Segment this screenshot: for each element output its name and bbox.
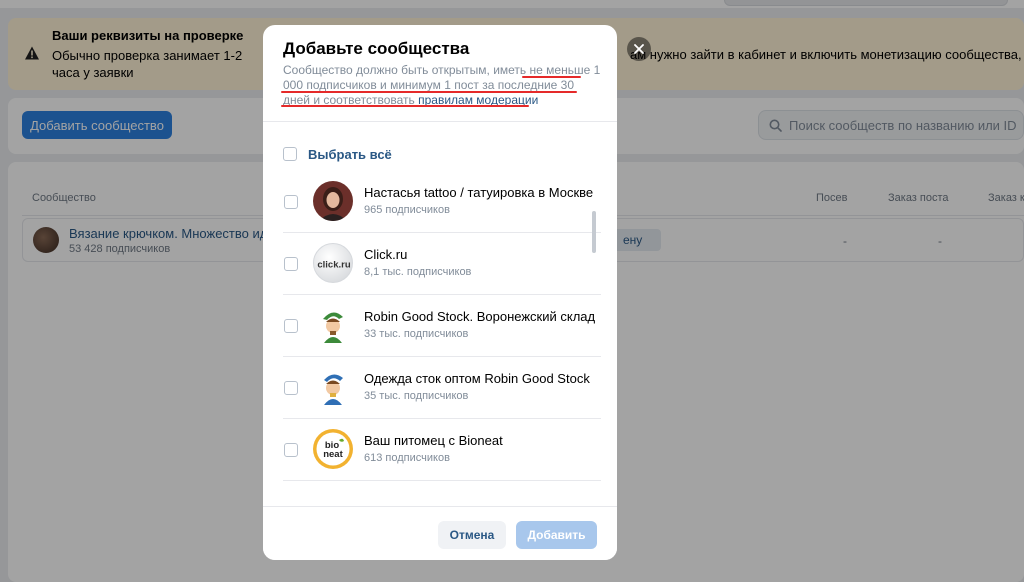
subscriber-count: 33 тыс. подписчиков [364,328,469,340]
list-item[interactable]: Одежда сток оптом Robin Good Stock 35 ты… [263,357,617,419]
subscriber-count: 8,1 тыс. подписчиков [364,266,472,278]
subscriber-count: 613 подписчиков [364,452,450,464]
annotation-underline [522,76,581,78]
community-name: Click.ru [364,247,408,262]
community-name: Одежда сток оптом Robin Good Stock [364,371,590,386]
dialog-title: Добавьте сообщества [283,39,470,58]
dialog-footer: Отмена Добавить [263,507,617,560]
annotation-underline [281,91,577,93]
list-scrollbar[interactable] [592,211,596,253]
annotation-underline [281,105,529,107]
dialog-description: Сообщество должно быть открытым, иметь н… [283,63,601,108]
select-all-label: Выбрать всё [308,146,392,162]
close-modal-button[interactable] [627,37,651,61]
subscriber-count: 965 подписчиков [364,204,450,216]
robin-mascot-icon [313,305,353,345]
add-button[interactable]: Добавить [516,521,597,549]
list-item[interactable]: Robin Good Stock. Воронежский склад 33 т… [263,295,617,357]
divider [283,480,601,481]
select-all-checkbox[interactable]: Выбрать всё [283,146,392,162]
list-item[interactable]: click.ru Click.ru 8,1 тыс. подписчиков [263,233,617,295]
checkbox[interactable] [284,319,298,333]
avatar [313,181,353,221]
svg-text:neat: neat [323,449,343,460]
add-communities-dialog: Добавьте сообщества Сообщество должно бы… [263,25,617,560]
header-divider [263,121,617,122]
cancel-button[interactable]: Отмена [438,521,506,549]
community-name: Robin Good Stock. Воронежский склад [364,309,596,324]
community-name: Настасья tattoo / татуировка в Москве [364,185,594,200]
list-item[interactable]: Настасья tattoo / татуировка в Москве 96… [263,171,617,233]
checkbox[interactable] [284,381,298,395]
bioneat-logo: bio neat [313,429,353,469]
checkbox[interactable] [283,147,297,161]
community-list: Настасья tattoo / татуировка в Москве 96… [263,171,617,505]
checkbox[interactable] [284,257,298,271]
list-item[interactable]: bio neat Ваш питомец с Bioneat 613 подпи… [263,419,617,481]
subscriber-count: 35 тыс. подписчиков [364,390,469,402]
checkbox[interactable] [284,443,298,457]
checkbox[interactable] [284,195,298,209]
svg-text:click.ru: click.ru [317,260,350,271]
click-ru-logo: click.ru [313,243,353,283]
robin-mascot-icon [313,367,353,407]
close-icon [634,44,644,54]
community-name: Ваш питомец с Bioneat [364,433,503,448]
